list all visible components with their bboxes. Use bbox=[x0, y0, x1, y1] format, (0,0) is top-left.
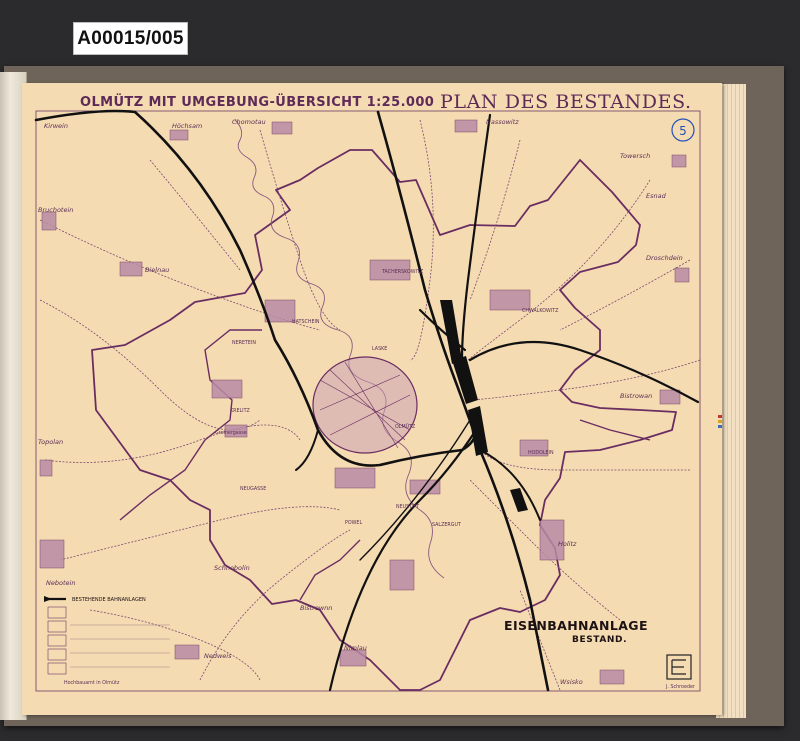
label-salzergut: SALZERGUT bbox=[432, 522, 461, 528]
label-bielnau: Bielnau bbox=[145, 266, 169, 274]
edge-tab-yellow bbox=[718, 420, 722, 423]
label-schnobolin: Schnobolin bbox=[214, 564, 250, 572]
label-grosswisternitz: Bistrownn bbox=[300, 604, 332, 612]
label-greinergasse: Greinergasse bbox=[215, 430, 247, 436]
sheet-number-stamp: 5 bbox=[671, 118, 695, 142]
edge-tab-blue bbox=[718, 425, 722, 428]
office-note: Hochbauamt in Olmütz bbox=[64, 680, 120, 686]
railway-subtitle: BESTAND. bbox=[572, 635, 627, 645]
label-nimlau: Nimlau bbox=[344, 644, 367, 652]
signature: J. Schroeder bbox=[665, 684, 695, 690]
label-holitz: Holitz bbox=[558, 540, 577, 548]
legend-entry-existing-rail: BESTEHENDE BAHNANLAGEN bbox=[72, 597, 146, 603]
label-laske: LASKE bbox=[372, 346, 387, 352]
label-olmuetz: OLMÜTZ bbox=[395, 423, 416, 430]
label-neustift: NEUSTIFT bbox=[396, 504, 419, 510]
label-povel: POWEL bbox=[345, 520, 362, 526]
label-hatschein: HATSCHEIN bbox=[292, 319, 320, 325]
label-nedweis: Nedweis bbox=[204, 652, 232, 660]
map-drawing: OLMÜTZ MIT UMGEBUNG-ÜBERSICHT 1:25.000 P… bbox=[34, 91, 722, 692]
label-bistrowan: Bistrowan bbox=[620, 392, 652, 400]
label-chomotau: Chomotau bbox=[232, 118, 266, 126]
map-title-left: OLMÜTZ MIT UMGEBUNG-ÜBERSICHT 1:25.000 bbox=[80, 94, 434, 110]
edge-tab-red bbox=[718, 415, 722, 418]
city-core bbox=[312, 356, 418, 454]
label-krelitz: KRELITZ bbox=[230, 408, 251, 414]
label-esnad: Esnad bbox=[646, 192, 667, 200]
legend-box: BESTEHENDE BAHNANLAGEN bbox=[44, 596, 170, 675]
label-tacherskowitz: TACHERSKOWITZ bbox=[381, 269, 424, 275]
label-topolan: Topolan bbox=[38, 438, 63, 446]
label-nassowitz: Nassowitz bbox=[486, 118, 519, 126]
sheet-number: 5 bbox=[679, 124, 687, 138]
label-droschdein: Droschdein bbox=[646, 254, 683, 262]
maker-logo bbox=[666, 654, 692, 680]
label-kirwein: Kirwein bbox=[44, 122, 68, 130]
station-areas bbox=[440, 300, 528, 512]
label-bruchotein: Bruchotein bbox=[38, 206, 73, 214]
label-towersch: Towersch bbox=[620, 152, 650, 160]
label-hoechsam: Höchsam bbox=[172, 122, 202, 130]
railway-title: EISENBAHNANLAGE bbox=[504, 618, 648, 633]
label-nebotein: Nebotein bbox=[46, 579, 75, 587]
label-neugasse: NEUGASSE bbox=[240, 486, 266, 492]
label-hodolein: HODOLEIN bbox=[528, 450, 554, 456]
map-title-right: PLAN DES BESTANDES. bbox=[440, 91, 692, 113]
label-wsisko: Wsisko bbox=[560, 678, 583, 686]
label-chwalkowitz: CHWALKOWITZ bbox=[522, 308, 559, 314]
label-neretein: NERETEIN bbox=[232, 340, 256, 346]
